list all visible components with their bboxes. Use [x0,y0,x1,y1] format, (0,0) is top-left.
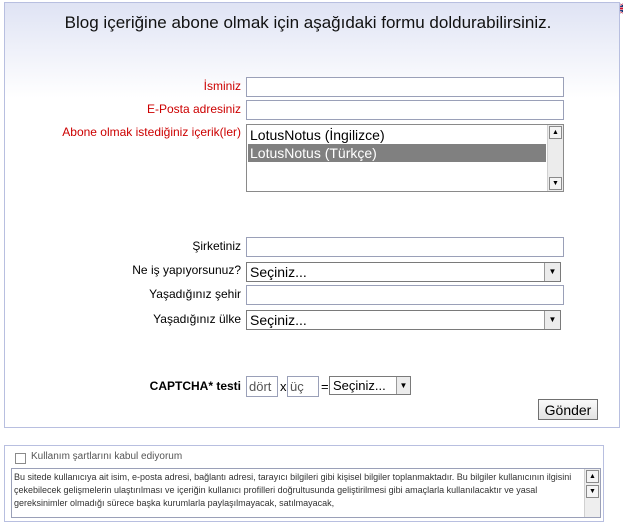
content-option-english[interactable]: LotusNotus (İngilizce) [248,126,546,144]
email-input[interactable] [246,100,564,120]
captcha-operand-2: üç [287,376,319,397]
company-input[interactable] [246,237,564,257]
country-select-value: Seçiniz... [250,312,307,328]
page: { "heading": "Blog içeriğine abone olmak… [0,0,626,526]
city-label: Yaşadığınız şehir [149,287,241,301]
chevron-down-icon[interactable]: ▼ [544,311,560,329]
company-label: Şirketiniz [192,239,241,253]
country-label: Yaşadığınız ülke [153,312,241,326]
terms-scrollbar[interactable]: ▲ ▼ [584,469,600,517]
scroll-up-icon[interactable]: ▲ [549,126,562,139]
scroll-up-icon[interactable]: ▲ [586,470,599,483]
captcha-operand-1: dört [246,376,278,397]
content-option-turkish[interactable]: LotusNotus (Türkçe) [248,144,546,162]
chevron-down-icon[interactable]: ▼ [544,263,560,281]
terms-text: Bu sitede kullanıcıya ait isim, e-posta … [14,472,572,508]
name-label: İsminiz [203,79,241,93]
content-listbox[interactable]: LotusNotus (İngilizce) LotusNotus (Türkç… [246,124,564,192]
scroll-down-icon[interactable]: ▼ [586,485,599,498]
city-input[interactable] [246,285,564,305]
terms-textarea[interactable]: Bu sitede kullanıcıya ait isim, e-posta … [11,468,601,518]
name-input[interactable] [246,77,564,97]
captcha-answer-select[interactable]: Seçiniz... ▼ [329,376,411,395]
submit-button[interactable]: Gönder [538,399,598,420]
job-label: Ne iş yapıyorsunuz? [132,263,241,277]
terms-panel: Kullanım şartlarını kabul ediyorum Bu si… [4,445,604,522]
chevron-down-icon[interactable]: ▼ [396,377,410,394]
country-select[interactable]: Seçiniz... ▼ [246,310,561,330]
content-label: Abone olmak istediğiniz içerik(ler) [62,125,241,139]
page-title: Blog içeriğine abone olmak için aşağıdak… [64,13,552,32]
subscription-form-panel: Blog içeriğine abone olmak için aşağıdak… [4,2,620,428]
terms-checkbox[interactable] [15,453,26,464]
captcha-answer-value: Seçiniz... [333,378,386,393]
job-select[interactable]: Seçiniz... ▼ [246,262,561,282]
captcha-equals: = [321,379,329,394]
email-label: E-Posta adresiniz [146,102,241,116]
captcha-operator: x [280,379,287,394]
captcha-label: CAPTCHA* testi [149,379,241,393]
job-select-value: Seçiniz... [250,264,307,280]
terms-checkbox-label[interactable]: Kullanım şartlarını kabul ediyorum [31,451,182,462]
scroll-down-icon[interactable]: ▼ [549,177,562,190]
content-listbox-scrollbar[interactable]: ▲ ▼ [547,125,563,191]
